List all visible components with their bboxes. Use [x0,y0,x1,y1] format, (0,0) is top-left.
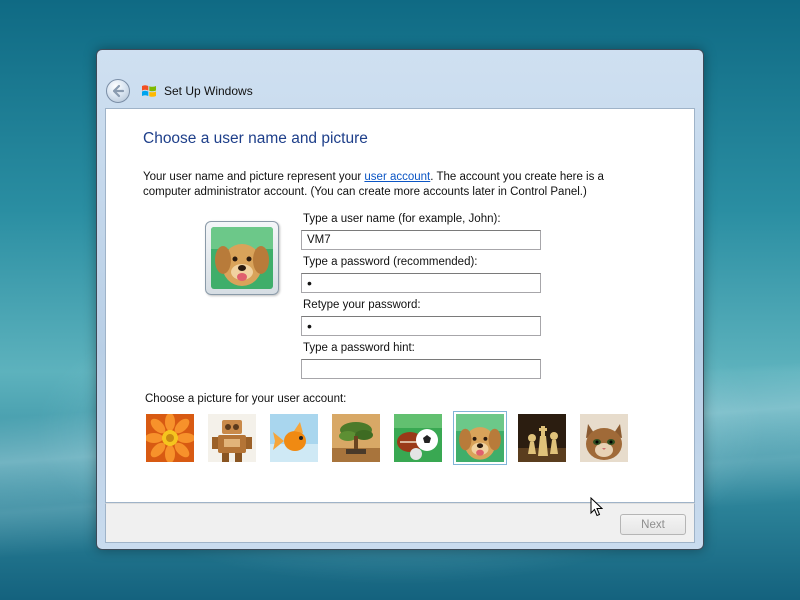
retype-password-input[interactable] [301,316,541,336]
window-title: Set Up Windows [164,84,253,98]
mouse-pointer-icon [590,497,603,517]
password-hint-label: Type a password hint: [303,342,415,354]
picture-tile-bonsai[interactable] [332,414,380,462]
bonsai-picture [332,414,380,462]
page-title: Choose a user name and picture [143,130,368,147]
dog-picture [456,414,504,462]
back-button[interactable] [106,79,130,103]
picture-tile-dog-selected[interactable] [453,411,507,465]
chess-picture [518,414,566,462]
title-bar: Set Up Windows [97,50,703,108]
picture-tile-goldfish[interactable] [270,414,318,462]
password-label: Type a password (recommended): [303,256,478,268]
retype-password-label: Retype your password: [303,299,421,311]
back-arrow-icon [112,84,125,98]
picture-tile-chess[interactable] [518,414,566,462]
selected-picture-preview [205,221,279,295]
flower-picture [146,414,194,462]
picture-tile-flower[interactable] [146,414,194,462]
robot-picture [208,414,256,462]
picture-tile-robot[interactable] [208,414,256,462]
sports-balls-picture [394,414,442,462]
user-account-link[interactable]: user account [364,171,430,183]
windows-logo-icon [142,85,156,97]
picture-tile-kitten[interactable] [580,414,628,462]
setup-window: Set Up Windows Choose a user name and pi… [96,49,704,550]
dog-picture [211,227,273,289]
content-panel: Choose a user name and picture Your user… [105,108,695,503]
username-label: Type a user name (for example, John): [303,213,501,225]
intro-text-start: Your user name and picture represent you… [143,171,365,183]
username-input[interactable] [301,230,541,250]
kitten-picture [580,414,628,462]
next-button[interactable]: Next [620,514,686,535]
goldfish-picture [270,414,318,462]
footer-bar: Next [105,503,695,543]
pictures-label: Choose a picture for your user account: [145,393,347,405]
password-input[interactable] [301,273,541,293]
password-hint-input[interactable] [301,359,541,379]
intro-text: Your user name and picture represent you… [143,170,643,200]
picture-tile-sports-balls[interactable] [394,414,442,462]
